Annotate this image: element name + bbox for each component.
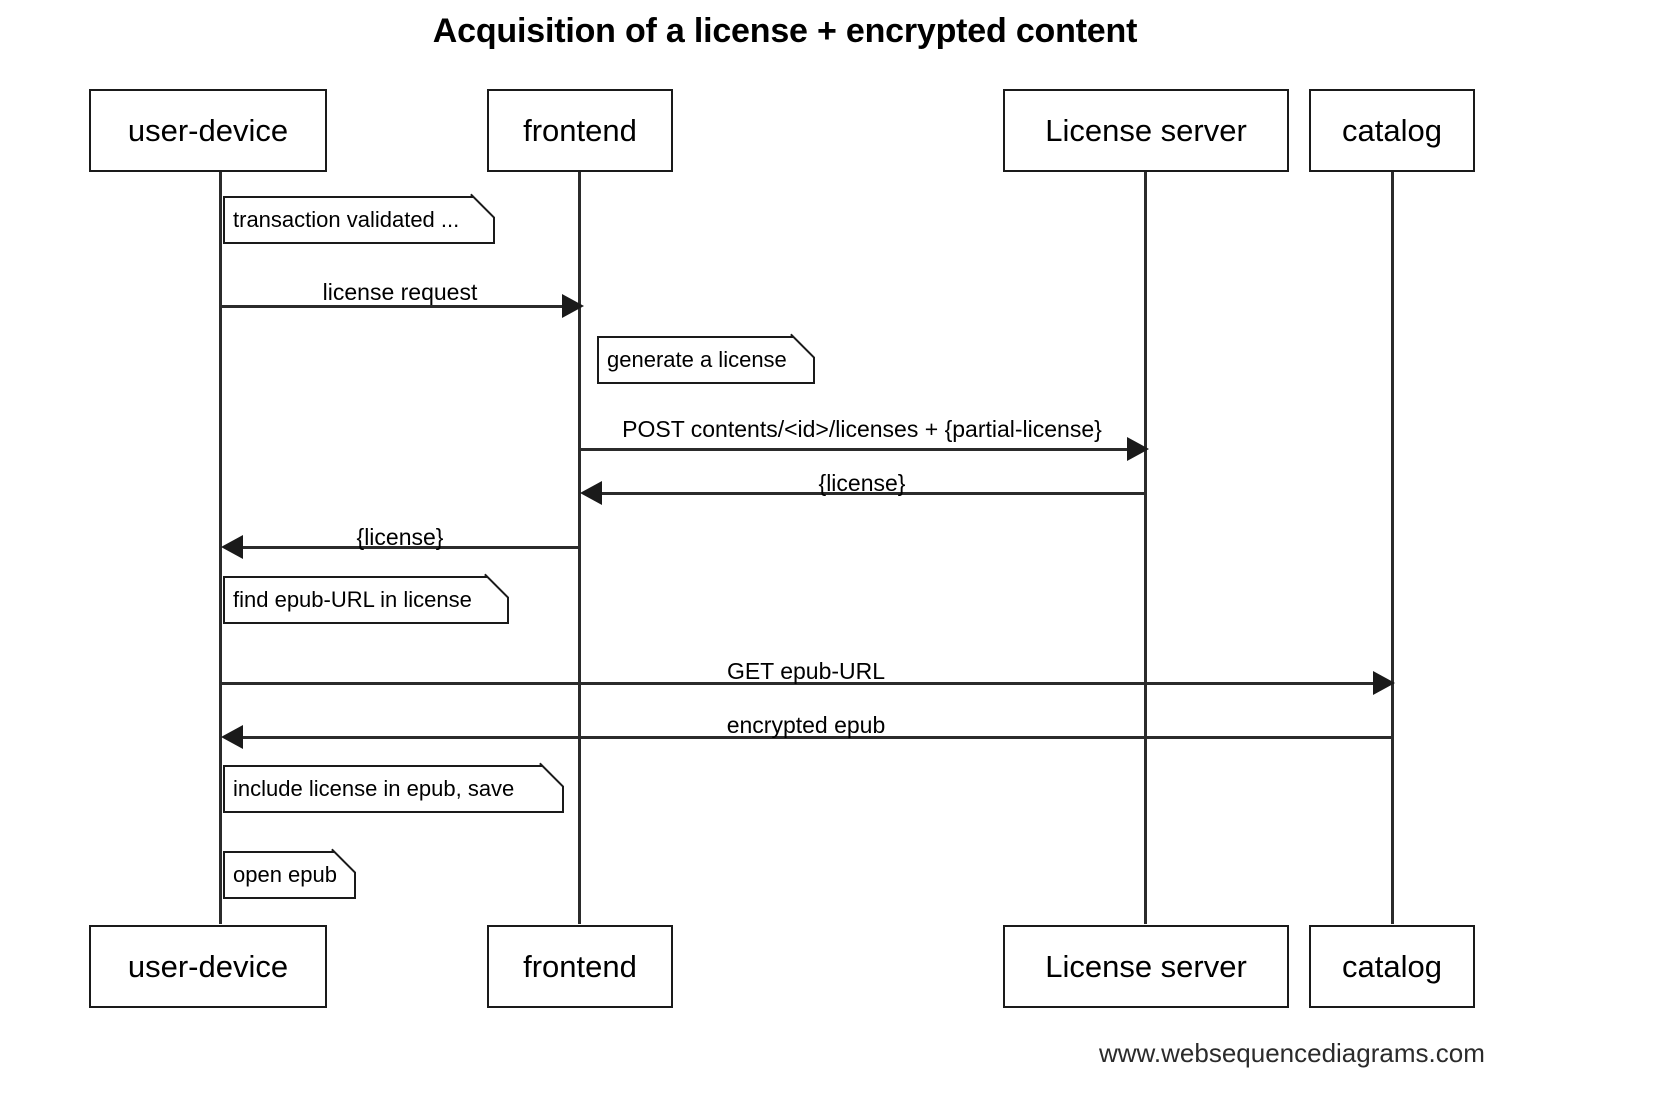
note-label: generate a license bbox=[607, 347, 787, 372]
note-fold-corner-icon bbox=[542, 763, 566, 787]
participant-label: License server bbox=[1045, 112, 1247, 148]
participant-label: catalog bbox=[1342, 112, 1442, 148]
participant-label: user-device bbox=[127, 112, 289, 148]
participant-catalog-bottom[interactable]: catalog bbox=[1309, 925, 1475, 1008]
note-label: transaction validated ... bbox=[233, 207, 460, 232]
note-generate-license: generate a license bbox=[597, 334, 817, 384]
sequence-diagram: Acquisition of a license + encrypted con… bbox=[0, 0, 1658, 1118]
lifeline-license-server bbox=[1144, 172, 1147, 924]
participant-license-server-bottom[interactable]: License server bbox=[1003, 925, 1289, 1008]
note-fold-corner-icon bbox=[793, 334, 817, 358]
participant-catalog-top[interactable]: catalog bbox=[1309, 89, 1475, 172]
participant-frontend-top[interactable]: frontend bbox=[487, 89, 673, 172]
note-include-license: include license in epub, save bbox=[223, 763, 566, 813]
participant-frontend-bottom[interactable]: frontend bbox=[487, 925, 673, 1008]
participant-user-device-top[interactable]: user-device bbox=[89, 89, 327, 172]
note-label: open epub bbox=[233, 862, 337, 887]
message-label-license-return-frontend: {license} bbox=[356, 524, 444, 550]
page-title: Acquisition of a license + encrypted con… bbox=[432, 12, 1138, 50]
participant-label: frontend bbox=[523, 112, 637, 148]
message-label-encrypted-epub: encrypted epub bbox=[726, 712, 886, 738]
message-label-get-epub-url: GET epub-URL bbox=[726, 658, 886, 684]
note-label: find epub-URL in license bbox=[233, 587, 472, 612]
note-fold-corner-icon bbox=[473, 194, 497, 218]
participant-license-server-top[interactable]: License server bbox=[1003, 89, 1289, 172]
note-fold-corner-icon bbox=[487, 574, 511, 598]
participant-label: frontend bbox=[523, 948, 637, 984]
message-label-license-return-server: {license} bbox=[818, 470, 906, 496]
participant-label: user-device bbox=[127, 948, 289, 984]
note-fold-corner-icon bbox=[334, 849, 358, 873]
note-label: include license in epub, save bbox=[233, 776, 515, 801]
participant-label: License server bbox=[1045, 948, 1247, 984]
note-open-epub: open epub bbox=[223, 849, 358, 899]
note-find-epub-url: find epub-URL in license bbox=[223, 574, 511, 624]
lifeline-catalog bbox=[1391, 172, 1394, 924]
participant-user-device-bottom[interactable]: user-device bbox=[89, 925, 327, 1008]
message-label-license-request: license request bbox=[322, 279, 478, 305]
message-line-post-licenses bbox=[580, 448, 1132, 451]
participant-label: catalog bbox=[1342, 948, 1442, 984]
note-transaction-validated: transaction validated ... bbox=[223, 194, 497, 244]
watermark: www.websequencediagrams.com bbox=[1099, 1038, 1485, 1068]
message-label-post-licenses: POST contents/<id>/licenses + {partial-l… bbox=[622, 416, 1102, 442]
